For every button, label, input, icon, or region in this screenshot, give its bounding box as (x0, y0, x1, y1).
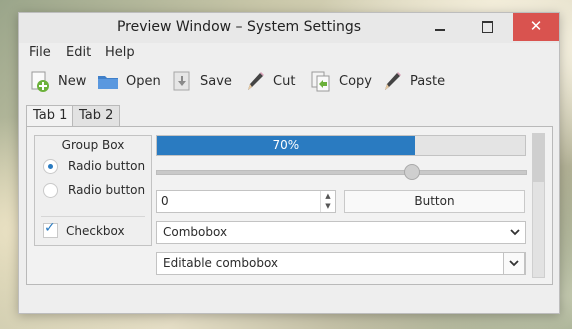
spin-down-icon[interactable]: ▼ (321, 202, 335, 210)
group-box: Group Box Radio button Radio button ✓ Ch… (34, 135, 152, 246)
maximize-button[interactable] (465, 13, 509, 41)
spin-box-value: 0 (161, 194, 169, 208)
slider-track[interactable] (156, 170, 527, 175)
new-button[interactable]: New (28, 67, 86, 95)
open-button[interactable]: Open (96, 67, 161, 95)
tab-pane: Group Box Radio button Radio button ✓ Ch… (26, 126, 553, 285)
new-document-plus-icon (28, 69, 52, 93)
menu-edit[interactable]: Edit (66, 45, 91, 60)
new-label: New (58, 73, 87, 89)
slider-handle[interactable] (403, 164, 420, 180)
preview-window: Preview Window – System Settings ✕ File … (18, 12, 560, 314)
chevron-down-icon[interactable] (509, 225, 521, 239)
save-button[interactable]: Save (170, 67, 232, 95)
copy-label: Copy (339, 73, 372, 89)
radio-indicator[interactable] (43, 182, 58, 198)
minimize-icon (435, 29, 445, 31)
dropdown-button[interactable] (503, 252, 525, 275)
combobox-value: Combobox (163, 225, 228, 239)
tab-1[interactable]: Tab 1 (26, 105, 75, 127)
save-label: Save (200, 73, 232, 89)
cut-label: Cut (273, 73, 296, 89)
copy-button[interactable]: Copy (309, 67, 372, 95)
spin-arrows: ▲ ▼ (320, 191, 335, 212)
spin-box[interactable]: 0 ▲ ▼ (156, 190, 336, 213)
checkbox[interactable]: ✓ Checkbox (43, 220, 125, 238)
progress-bar: 70% (156, 135, 526, 156)
editable-combobox-value[interactable]: Editable combobox (163, 256, 278, 270)
radio-label: Radio button (68, 159, 146, 173)
close-icon: ✕ (529, 17, 543, 35)
progress-text: 70% (272, 138, 300, 152)
checkmark-icon: ✓ (44, 220, 56, 236)
radio-dot-icon (48, 163, 53, 169)
checkbox-label: Checkbox (66, 223, 125, 238)
paste-label: Paste (410, 73, 446, 89)
divider (41, 216, 145, 217)
radio-label: Radio button (68, 183, 146, 197)
folder-icon (96, 69, 120, 93)
menu-help[interactable]: Help (105, 45, 135, 60)
menu-file[interactable]: File (29, 45, 51, 60)
group-box-title: Group Box (61, 138, 125, 152)
editable-combobox[interactable]: Editable combobox (156, 252, 526, 275)
combobox[interactable]: Combobox (156, 221, 526, 244)
vertical-scrollbar[interactable] (532, 133, 545, 278)
pencil-cut-icon (243, 69, 267, 93)
radio-indicator-checked[interactable] (43, 158, 58, 174)
toolbar: New Open Save Cut Copy Paste (19, 67, 559, 97)
open-label: Open (126, 73, 161, 89)
radio-button-1[interactable]: Radio button (43, 157, 145, 175)
radio-button-2[interactable]: Radio button (43, 181, 145, 199)
maximize-icon (482, 21, 493, 33)
title-bar[interactable]: Preview Window – System Settings ✕ (19, 13, 559, 43)
close-button[interactable]: ✕ (513, 13, 559, 41)
checkbox-indicator[interactable]: ✓ (43, 220, 58, 238)
copy-document-icon (309, 69, 333, 93)
push-button[interactable]: Button (344, 190, 525, 213)
pencil-paste-icon (380, 69, 404, 93)
spin-up-icon[interactable]: ▲ (321, 192, 335, 200)
cut-button[interactable]: Cut (243, 67, 295, 95)
save-download-icon (170, 69, 194, 93)
paste-button[interactable]: Paste (380, 67, 445, 95)
window-title: Preview Window – System Settings (116, 19, 362, 35)
tab-2[interactable]: Tab 2 (72, 105, 121, 126)
minimize-button[interactable] (417, 13, 461, 41)
scrollbar-thumb[interactable] (533, 134, 544, 182)
